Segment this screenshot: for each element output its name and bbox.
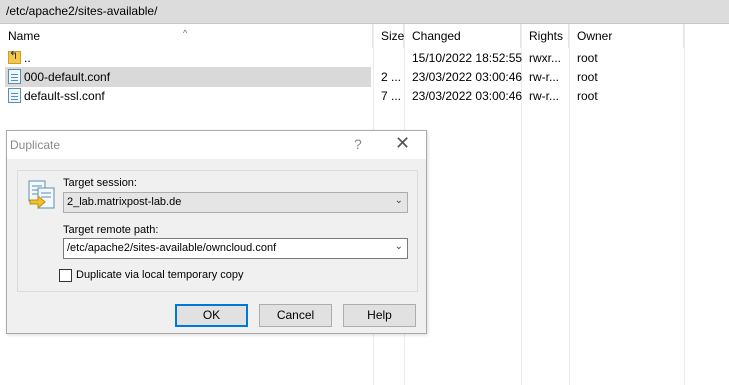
chevron-down-icon[interactable]: ⌄ xyxy=(395,241,403,252)
column-header-rights-label: Rights xyxy=(529,29,564,43)
path-text: /etc/apache2/sites-available/ xyxy=(6,4,158,18)
column-header-size-label: Size xyxy=(381,29,405,43)
parent-folder-icon xyxy=(8,49,21,64)
file-name: 000-default.conf xyxy=(24,70,111,84)
file-size: 2 ... xyxy=(381,70,402,84)
column-header-owner-label: Owner xyxy=(577,29,613,43)
close-icon[interactable]: ✕ xyxy=(395,133,410,154)
file-icon xyxy=(8,88,21,103)
column-header-owner[interactable]: Owner xyxy=(569,24,684,48)
file-rights: rw-r... xyxy=(529,89,559,103)
file-icon xyxy=(8,69,21,84)
file-changed: 23/03/2022 03:00:46 xyxy=(412,70,523,84)
help-button[interactable]: Help xyxy=(343,304,416,327)
target-path-value: /etc/apache2/sites-available/owncloud.co… xyxy=(67,242,277,254)
target-session-select[interactable]: 2_lab.matrixpost-lab.de ⌄ xyxy=(63,192,408,213)
duplicate-icon xyxy=(28,180,55,210)
file-list-header: Name ^ Size Changed Rights Owner xyxy=(0,24,729,48)
file-name: .. xyxy=(24,51,31,65)
column-header-size[interactable]: Size xyxy=(373,24,404,48)
target-session-value: 2_lab.matrixpost-lab.de xyxy=(67,196,182,208)
cancel-button[interactable]: Cancel xyxy=(259,304,332,327)
local-copy-checkbox-label[interactable]: Duplicate via local temporary copy xyxy=(76,269,244,281)
ok-button[interactable]: OK xyxy=(175,304,248,327)
file-name: default-ssl.conf xyxy=(24,89,105,103)
file-owner: root xyxy=(577,70,598,84)
help-icon[interactable]: ? xyxy=(354,136,362,152)
dialog-title-bar[interactable]: Duplicate ? ✕ xyxy=(7,131,426,159)
file-changed: 23/03/2022 03:00:46 xyxy=(412,89,523,103)
column-header-changed[interactable]: Changed xyxy=(404,24,521,48)
file-rights: rwxr... xyxy=(529,51,561,65)
target-session-label: Target session: xyxy=(63,177,137,189)
file-owner: root xyxy=(577,51,598,65)
file-row-default-ssl[interactable]: default-ssl.conf 7 ... 23/03/2022 03:00:… xyxy=(0,86,729,106)
column-header-name[interactable]: Name ^ xyxy=(0,24,373,48)
file-row-parent[interactable]: .. 15/10/2022 18:52:55 rwxr... root xyxy=(0,48,729,68)
sort-ascending-icon: ^ xyxy=(183,28,188,38)
local-copy-checkbox[interactable] xyxy=(59,269,72,282)
chevron-down-icon: ⌄ xyxy=(394,195,403,206)
duplicate-dialog: Duplicate ? ✕ Target session: 2_lab.matr… xyxy=(6,130,427,334)
file-owner: root xyxy=(577,89,598,103)
file-rights: rw-r... xyxy=(529,70,559,84)
target-path-label: Target remote path: xyxy=(63,224,159,236)
file-row-000-default[interactable]: 000-default.conf 2 ... 23/03/2022 03:00:… xyxy=(0,67,729,87)
file-changed: 15/10/2022 18:52:55 xyxy=(412,51,523,65)
file-size: 7 ... xyxy=(381,89,402,103)
dialog-title: Duplicate xyxy=(10,138,61,152)
path-bar[interactable]: /etc/apache2/sites-available/ xyxy=(0,0,729,24)
column-header-changed-label: Changed xyxy=(412,29,461,43)
column-header-name-label: Name xyxy=(8,29,41,43)
target-path-input[interactable]: /etc/apache2/sites-available/owncloud.co… xyxy=(63,238,408,259)
column-header-rights[interactable]: Rights xyxy=(521,24,569,48)
